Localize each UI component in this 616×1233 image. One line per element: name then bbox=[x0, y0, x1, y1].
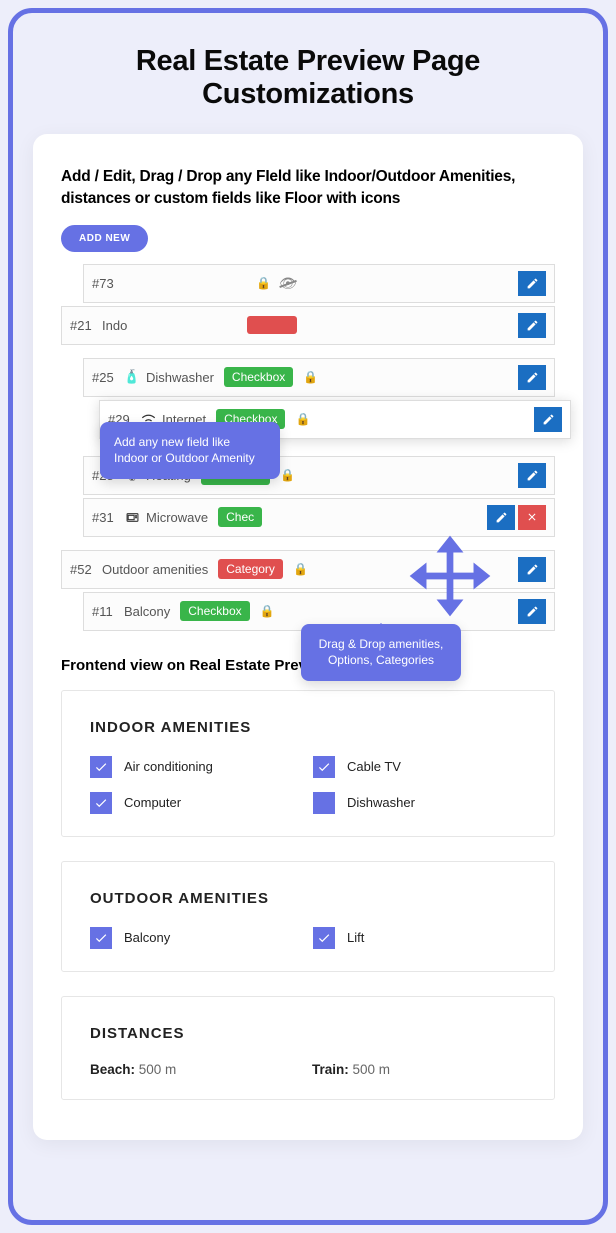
microwave-icon bbox=[124, 509, 140, 525]
row-id: #11 bbox=[92, 604, 124, 619]
distance-value: 500 m bbox=[139, 1062, 177, 1077]
checkbox-checked-icon bbox=[313, 756, 335, 778]
edit-button[interactable] bbox=[518, 365, 546, 390]
amenity-label: Air conditioning bbox=[124, 759, 213, 774]
distances-panel: DISTANCES Beach: 500 m Train: 500 m bbox=[61, 996, 555, 1100]
edit-button[interactable] bbox=[518, 271, 546, 296]
move-arrows-icon bbox=[408, 534, 492, 623]
checkbox-checked-icon bbox=[90, 792, 112, 814]
row-label: Outdoor amenities bbox=[102, 562, 208, 577]
field-row[interactable]: #21 Indo bbox=[61, 306, 555, 345]
delete-button[interactable] bbox=[518, 505, 546, 530]
distance-label: Train: bbox=[312, 1062, 349, 1077]
checkbox-checked-icon bbox=[313, 927, 335, 949]
amenity-label: Dishwasher bbox=[347, 795, 415, 810]
tooltip-drag: Drag & Drop amenities, Options, Categori… bbox=[301, 624, 461, 682]
page-frame: Real Estate Preview Page Customizations … bbox=[8, 8, 608, 1225]
lock-icon: 🔒 bbox=[256, 276, 271, 290]
field-row[interactable]: #31 Microwave Chec bbox=[83, 498, 555, 537]
outdoor-amenities-panel: OUTDOOR AMENITIES Balcony Lift bbox=[61, 861, 555, 972]
add-new-button[interactable]: ADD NEW bbox=[61, 225, 148, 252]
lock-icon: 🔒 bbox=[280, 468, 295, 482]
row-id: #31 bbox=[92, 510, 124, 525]
amenity-item: Air conditioning bbox=[90, 756, 303, 778]
edit-button[interactable] bbox=[518, 463, 546, 488]
panel-title: DISTANCES bbox=[90, 1025, 526, 1042]
badge-category bbox=[247, 316, 297, 334]
indoor-amenities-panel: INDOOR AMENITIES Air conditioning Cable … bbox=[61, 690, 555, 837]
row-id: #52 bbox=[70, 562, 102, 577]
amenity-item: Computer bbox=[90, 792, 303, 814]
edit-button[interactable] bbox=[534, 407, 562, 432]
row-id: #25 bbox=[92, 370, 124, 385]
badge-category: Category bbox=[218, 559, 283, 579]
amenity-item: Lift bbox=[313, 927, 526, 949]
checkbox-checked-icon bbox=[90, 756, 112, 778]
amenity-label: Computer bbox=[124, 795, 181, 810]
row-label: Indo bbox=[102, 318, 127, 333]
row-id: #73 bbox=[92, 276, 124, 291]
section-heading: Add / Edit, Drag / Drop any FIeld like I… bbox=[61, 166, 555, 211]
edit-button[interactable] bbox=[518, 599, 546, 624]
checkbox-checked-icon bbox=[90, 927, 112, 949]
field-row[interactable]: #25 🧴 Dishwasher Checkbox 🔒 bbox=[83, 358, 555, 397]
panel-title: OUTDOOR AMENITIES bbox=[90, 890, 526, 907]
lock-icon: 🔒 bbox=[295, 412, 310, 426]
field-row[interactable]: #73 🔒 👁 bbox=[83, 264, 555, 303]
dishwasher-icon: 🧴 bbox=[124, 369, 140, 385]
amenity-item: Cable TV bbox=[313, 756, 526, 778]
amenity-label: Lift bbox=[347, 930, 364, 945]
lock-icon: 🔒 bbox=[293, 562, 308, 576]
row-label: Microwave bbox=[146, 510, 208, 525]
amenity-label: Balcony bbox=[124, 930, 170, 945]
distance-item: Beach: 500 m bbox=[90, 1062, 304, 1077]
tooltip-add-new: Add any new field like Indoor or Outdoor… bbox=[100, 422, 280, 480]
amenity-label: Cable TV bbox=[347, 759, 401, 774]
edit-button[interactable] bbox=[487, 505, 515, 530]
distance-label: Beach: bbox=[90, 1062, 135, 1077]
edit-button[interactable] bbox=[518, 313, 546, 338]
row-id: #21 bbox=[70, 318, 102, 333]
checkbox-unchecked-icon bbox=[313, 792, 335, 814]
row-label: Dishwasher bbox=[146, 370, 214, 385]
amenity-item: Dishwasher bbox=[313, 792, 526, 814]
edit-button[interactable] bbox=[518, 557, 546, 582]
distance-item: Train: 500 m bbox=[312, 1062, 526, 1077]
page-title: Real Estate Preview Page Customizations bbox=[33, 45, 583, 112]
panel-title: INDOOR AMENITIES bbox=[90, 719, 526, 736]
distance-value: 500 m bbox=[353, 1062, 391, 1077]
badge-checkbox: Chec bbox=[218, 507, 262, 527]
row-label: Balcony bbox=[124, 604, 170, 619]
badge-checkbox: Checkbox bbox=[180, 601, 249, 621]
lock-icon: 🔒 bbox=[260, 604, 275, 618]
hidden-eye-icon: 👁 bbox=[279, 275, 297, 292]
badge-checkbox: Checkbox bbox=[224, 367, 293, 387]
card: Add / Edit, Drag / Drop any FIeld like I… bbox=[33, 134, 583, 1140]
lock-icon: 🔒 bbox=[303, 370, 318, 384]
amenity-item: Balcony bbox=[90, 927, 303, 949]
